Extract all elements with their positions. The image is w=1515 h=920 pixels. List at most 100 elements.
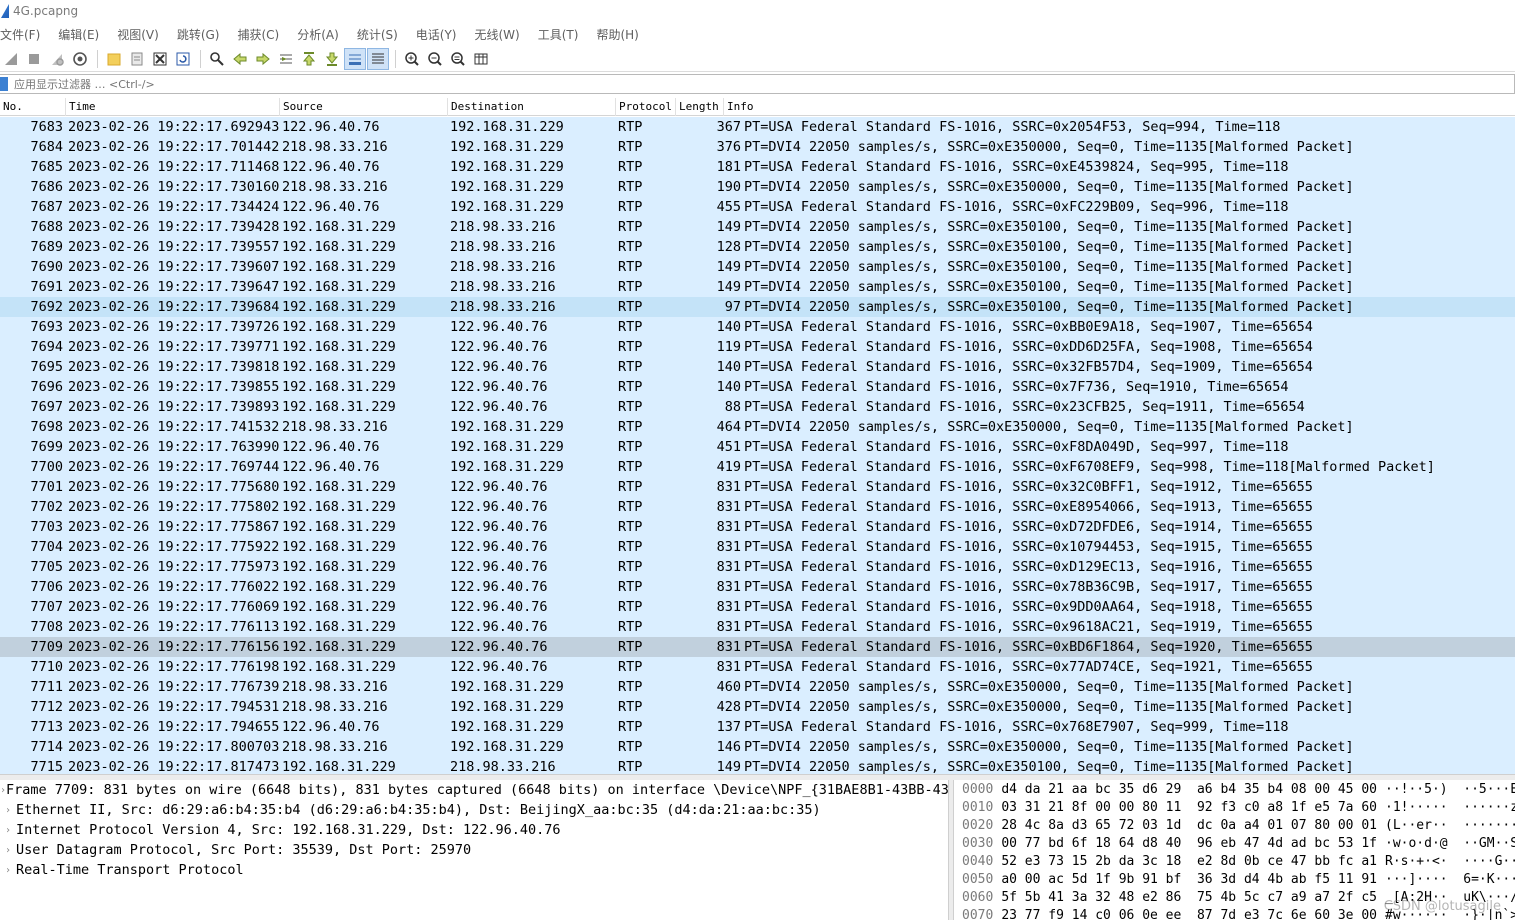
hex-dump-line[interactable]: 0030 00 77 bd 6f 18 64 d8 40 96 eb 47 4d …: [954, 834, 1515, 852]
options-icon[interactable]: [69, 48, 91, 70]
packet-protocol: RTP: [618, 339, 643, 355]
packet-info: PT=USA Federal Standard FS-1016, SSRC=0x…: [744, 559, 1313, 575]
packet-protocol: RTP: [618, 599, 643, 615]
table-row[interactable]: 7695 2023-02-26 19:22:17.739818 192.168.31…: [0, 357, 1515, 377]
menu-view[interactable]: 视图(V): [117, 26, 159, 43]
menu-tools[interactable]: 工具(T): [538, 26, 579, 43]
forward-icon[interactable]: [252, 48, 274, 70]
packet-no: 7708: [30, 619, 63, 635]
menu-edit[interactable]: 编辑(E): [58, 26, 99, 43]
go-to-packet-icon[interactable]: [275, 48, 297, 70]
find-icon[interactable]: [206, 48, 228, 70]
table-row[interactable]: 7700 2023-02-26 19:22:17.769744 122.96.40.…: [0, 457, 1515, 477]
menu-capture[interactable]: 捕获(C): [237, 26, 279, 43]
table-row[interactable]: 7683 2023-02-26 19:22:17.692943 122.96.40.…: [0, 117, 1515, 137]
packet-source: 192.168.31.229: [282, 559, 396, 575]
zoom-reset-icon[interactable]: [447, 48, 469, 70]
table-row[interactable]: 7690 2023-02-26 19:22:17.739607 192.168.31…: [0, 257, 1515, 277]
table-row[interactable]: 7698 2023-02-26 19:22:17.741532 218.98.33.…: [0, 417, 1515, 437]
menu-analyze[interactable]: 分析(A): [297, 26, 339, 43]
packet-protocol: RTP: [618, 499, 643, 515]
reload-icon[interactable]: [172, 48, 194, 70]
menu-file[interactable]: 文件(F): [0, 26, 40, 43]
table-row[interactable]: 7691 2023-02-26 19:22:17.739647 192.168.31…: [0, 277, 1515, 297]
detail-tree-item[interactable]: › Ethernet II, Src: d6:29:a6:b4:35:b4 (d6…: [0, 800, 948, 820]
ascii-bytes: ·w·o·d·@ ··GM··S·: [1385, 835, 1515, 851]
detail-tree-item[interactable]: › Internet Protocol Version 4, Src: 192.1…: [0, 820, 948, 840]
detail-tree-item[interactable]: › User Datagram Protocol, Src Port: 35539…: [0, 840, 948, 860]
hex-dump-line[interactable]: 0040 52 e3 73 15 2b da 3c 18 e2 8d 0b ce …: [954, 852, 1515, 870]
table-row[interactable]: 7709 2023-02-26 19:22:17.776156 192.168.31…: [0, 637, 1515, 657]
zoom-out-icon[interactable]: [424, 48, 446, 70]
table-row[interactable]: 7708 2023-02-26 19:22:17.776113 192.168.31…: [0, 617, 1515, 637]
hex-bytes: 28 4c 8a d3 65 72 03 1d dc 0a a4 01 07 8…: [1001, 817, 1377, 833]
table-row[interactable]: 7712 2023-02-26 19:22:17.794531 218.98.33.…: [0, 697, 1515, 717]
table-row[interactable]: 7714 2023-02-26 19:22:17.800703 218.98.33.…: [0, 737, 1515, 757]
display-filter-input[interactable]: [14, 77, 714, 91]
hex-bytes: d4 da 21 aa bc 35 d6 29 a6 b4 35 b4 08 0…: [1001, 781, 1377, 797]
first-packet-icon[interactable]: [298, 48, 320, 70]
hex-dump-line[interactable]: 0000 d4 da 21 aa bc 35 d6 29 a6 b4 35 b4 …: [954, 780, 1515, 798]
filter-bookmark-icon[interactable]: [0, 77, 8, 91]
table-row[interactable]: 7688 2023-02-26 19:22:17.739428 192.168.31…: [0, 217, 1515, 237]
menu-help[interactable]: 帮助(H): [596, 26, 638, 43]
detail-tree-item[interactable]: › Frame 7709: 831 bytes on wire (6648 bit…: [0, 780, 948, 800]
table-row[interactable]: 7692 2023-02-26 19:22:17.739684 192.168.31…: [0, 297, 1515, 317]
table-row[interactable]: 7707 2023-02-26 19:22:17.776069 192.168.31…: [0, 597, 1515, 617]
table-row[interactable]: 7697 2023-02-26 19:22:17.739893 192.168.31…: [0, 397, 1515, 417]
table-row[interactable]: 7711 2023-02-26 19:22:17.776739 218.98.33.…: [0, 677, 1515, 697]
table-row[interactable]: 7685 2023-02-26 19:22:17.711468 122.96.40.…: [0, 157, 1515, 177]
menu-go[interactable]: 跳转(G): [177, 26, 220, 43]
column-header-length[interactable]: Length: [676, 98, 724, 116]
table-row[interactable]: 7687 2023-02-26 19:22:17.734424 122.96.40.…: [0, 197, 1515, 217]
autoscroll-icon[interactable]: [344, 47, 366, 70]
table-row[interactable]: 7694 2023-02-26 19:22:17.739771 192.168.31…: [0, 337, 1515, 357]
hex-dump-line[interactable]: 0010 03 31 21 8f 00 00 80 11 92 f3 c0 a8 …: [954, 798, 1515, 816]
table-row[interactable]: 7715 2023-02-26 19:22:17.817473 192.168.31…: [0, 757, 1515, 774]
table-row[interactable]: 7710 2023-02-26 19:22:17.776198 192.168.31…: [0, 657, 1515, 677]
close-file-icon[interactable]: [149, 48, 171, 70]
table-row[interactable]: 7704 2023-02-26 19:22:17.775922 192.168.31…: [0, 537, 1515, 557]
detail-tree-item[interactable]: › Real-Time Transport Protocol: [0, 860, 948, 880]
table-row[interactable]: 7706 2023-02-26 19:22:17.776022 192.168.31…: [0, 577, 1515, 597]
column-header-info[interactable]: Info: [724, 98, 1515, 116]
expand-arrow-icon[interactable]: ›: [0, 805, 16, 816]
packet-list[interactable]: No. Time Source Destination Protocol Len…: [0, 98, 1515, 774]
restart-icon[interactable]: [46, 48, 68, 70]
table-row[interactable]: 7696 2023-02-26 19:22:17.739855 192.168.31…: [0, 377, 1515, 397]
column-header-source[interactable]: Source: [280, 98, 448, 116]
colorize-icon[interactable]: [367, 47, 389, 70]
table-row[interactable]: 7701 2023-02-26 19:22:17.775680 192.168.31…: [0, 477, 1515, 497]
expand-arrow-icon[interactable]: ›: [0, 825, 16, 836]
menu-telephony[interactable]: 电话(Y): [416, 26, 457, 43]
packet-no: 7686: [30, 179, 63, 195]
table-row[interactable]: 7702 2023-02-26 19:22:17.775802 192.168.31…: [0, 497, 1515, 517]
shark-fin-start-icon[interactable]: [0, 48, 22, 70]
table-row[interactable]: 7713 2023-02-26 19:22:17.794655 122.96.40.…: [0, 717, 1515, 737]
table-row[interactable]: 7693 2023-02-26 19:22:17.739726 192.168.31…: [0, 317, 1515, 337]
expand-arrow-icon[interactable]: ›: [0, 865, 16, 876]
menu-statistics[interactable]: 统计(S): [357, 26, 398, 43]
table-row[interactable]: 7689 2023-02-26 19:22:17.739557 192.168.31…: [0, 237, 1515, 257]
packet-source: 192.168.31.229: [282, 239, 396, 255]
stop-icon[interactable]: [23, 48, 45, 70]
open-folder-icon[interactable]: [103, 48, 125, 70]
column-header-time[interactable]: Time: [66, 98, 280, 116]
column-header-no[interactable]: No.: [0, 98, 66, 116]
hex-dump-line[interactable]: 0050 a0 00 ac 5d 1f 9b 91 bf 36 3d d4 4b …: [954, 870, 1515, 888]
table-row[interactable]: 7703 2023-02-26 19:22:17.775867 192.168.31…: [0, 517, 1515, 537]
column-header-protocol[interactable]: Protocol: [616, 98, 676, 116]
table-row[interactable]: 7686 2023-02-26 19:22:17.730160 218.98.33.…: [0, 177, 1515, 197]
resize-columns-icon[interactable]: [470, 48, 492, 70]
column-header-destination[interactable]: Destination: [448, 98, 616, 116]
menu-wireless[interactable]: 无线(W): [475, 26, 520, 43]
table-row[interactable]: 7684 2023-02-26 19:22:17.701442 218.98.33.…: [0, 137, 1515, 157]
table-row[interactable]: 7705 2023-02-26 19:22:17.775973 192.168.31…: [0, 557, 1515, 577]
zoom-in-icon[interactable]: [401, 48, 423, 70]
hex-dump-line[interactable]: 0020 28 4c 8a d3 65 72 03 1d dc 0a a4 01 …: [954, 816, 1515, 834]
expand-arrow-icon[interactable]: ›: [0, 845, 16, 856]
back-icon[interactable]: [229, 48, 251, 70]
table-row[interactable]: 7699 2023-02-26 19:22:17.763990 122.96.40.…: [0, 437, 1515, 457]
last-packet-icon[interactable]: [321, 48, 343, 70]
save-file-icon[interactable]: [126, 48, 148, 70]
